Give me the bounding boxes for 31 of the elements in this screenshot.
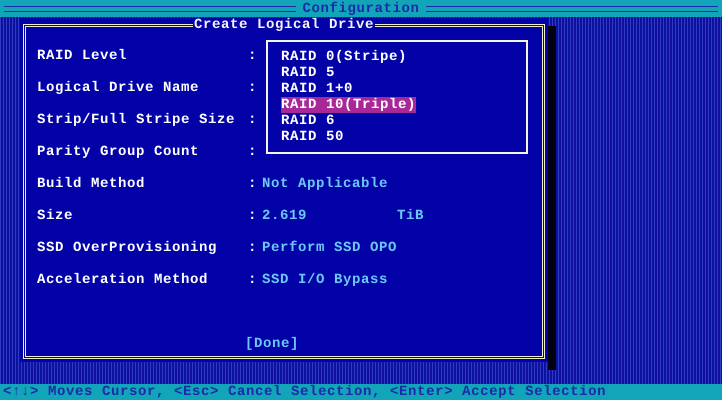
dialog-title: Create Logical Drive (192, 18, 376, 32)
dropdown-option[interactable]: RAID 10(Triple) (281, 97, 416, 113)
field-label: Build Method (36, 176, 146, 192)
dropdown-option[interactable]: RAID 6 (281, 113, 336, 129)
field-label: Size (36, 208, 74, 224)
dropdown-option[interactable]: RAID 1+0 (281, 81, 354, 97)
field-separator: : (248, 272, 258, 288)
done-button[interactable]: [Done] (245, 336, 300, 352)
unit-label: TiB (397, 208, 424, 224)
field-value[interactable]: 2.619 (262, 208, 397, 224)
key-help-text: <↑↓> Moves Cursor, <Esc> Cancel Selection, <Enter> Accept Selection (3, 384, 606, 400)
screen-title: Configuration (302, 0, 420, 16)
field-separator: : (248, 80, 258, 96)
field-separator: : (248, 240, 258, 256)
field-separator: : (248, 144, 258, 160)
field-value[interactable]: SSD I/O Bypass (262, 272, 397, 288)
field-separator: : (248, 112, 258, 128)
field-separator: : (248, 176, 258, 192)
field-label: Logical Drive Name (36, 80, 200, 96)
field-separator: : (248, 208, 258, 224)
field-label: RAID Level (36, 48, 128, 64)
field-value[interactable]: Perform SSD OPO (262, 240, 397, 256)
field-label: Strip/Full Stripe Size (36, 112, 236, 128)
field-label: Acceleration Method (36, 272, 210, 288)
field-label: SSD OverProvisioning (36, 240, 218, 256)
dropdown-option[interactable]: RAID 0(Stripe) (281, 49, 408, 65)
field-value[interactable]: Not Applicable (262, 176, 397, 192)
dropdown-option[interactable]: RAID 50 (281, 129, 344, 145)
field-label: Parity Group Count (36, 144, 200, 160)
dropdown-option[interactable]: RAID 5 (281, 65, 336, 81)
field-separator: : (248, 48, 258, 64)
